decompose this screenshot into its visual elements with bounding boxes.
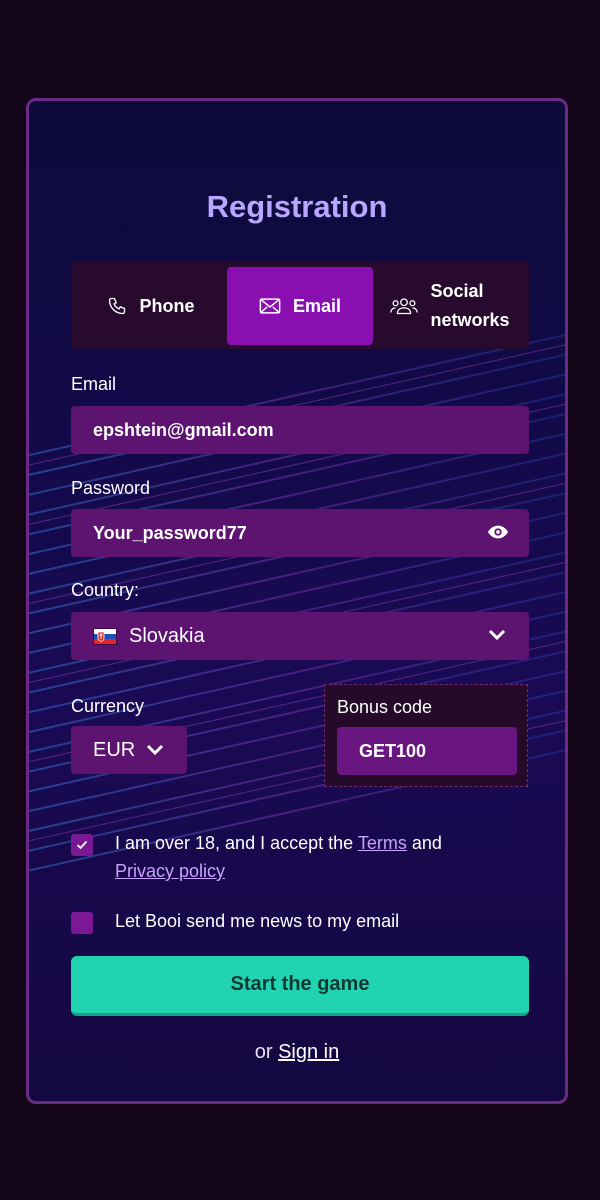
email-field[interactable]: epshtein@gmail.com: [71, 406, 529, 454]
bonus-code-label: Bonus code: [337, 697, 433, 717]
tab-phone[interactable]: Phone: [77, 267, 225, 345]
bonus-code-value: GET100: [359, 740, 427, 761]
password-value: Your_password77: [93, 522, 247, 543]
start-game-button[interactable]: Start the game: [71, 956, 529, 1016]
age-terms-checkbox[interactable]: [71, 834, 93, 856]
phone-icon: [109, 297, 126, 315]
registration-card: Registration Phone Email Social networks…: [26, 98, 568, 1104]
background-streaks: [29, 333, 565, 872]
checkmark-icon: [76, 840, 88, 850]
tab-email[interactable]: Email: [227, 267, 373, 345]
sign-in-link[interactable]: Sign in: [278, 1041, 339, 1063]
country-value: Slovakia: [129, 624, 205, 647]
users-icon: [390, 298, 419, 315]
signin-prompt: or Sign in: [29, 1041, 565, 1064]
tab-social-label-line2: networks: [430, 310, 510, 330]
signin-prefix: or: [254, 1041, 279, 1063]
chevron-down-icon: [488, 629, 506, 641]
chevron-down-icon: [147, 744, 164, 756]
currency-label: Currency: [71, 696, 145, 716]
tab-phone-label: Phone: [139, 295, 195, 316]
password-label: Password: [71, 478, 151, 498]
email-label: Email: [71, 374, 117, 394]
consent-text-and: and: [406, 833, 442, 853]
eye-icon[interactable]: [487, 523, 509, 541]
page-title: Registration: [206, 189, 388, 224]
age-terms-text: I am over 18, and I accept the Terms and…: [115, 829, 515, 885]
newsletter-checkbox[interactable]: [71, 912, 93, 934]
country-label: Country:: [71, 580, 140, 600]
bonus-code-panel: Bonus code GET100: [324, 684, 528, 787]
consent-text: I am over 18, and I accept the: [115, 833, 358, 853]
newsletter-text: Let Booi send me news to my email: [115, 911, 400, 931]
password-field[interactable]: Your_password77: [71, 509, 529, 557]
tab-social-networks[interactable]: Social networks: [375, 267, 525, 345]
start-game-label: Start the game: [230, 973, 370, 995]
tab-email-label: Email: [292, 295, 342, 316]
mail-icon: [259, 298, 281, 314]
terms-link[interactable]: Terms: [358, 833, 407, 853]
bonus-code-input[interactable]: GET100: [337, 727, 517, 775]
privacy-policy-link[interactable]: Privacy policy: [115, 861, 225, 881]
slovakia-flag: [93, 627, 117, 645]
registration-method-tabs: Phone Email Social networks: [71, 261, 529, 349]
currency-select[interactable]: EUR: [71, 726, 187, 774]
currency-value: EUR: [93, 738, 136, 761]
email-value: epshtein@gmail.com: [93, 419, 274, 440]
country-select[interactable]: Slovakia: [71, 612, 529, 660]
tab-social-label-line1: Social: [430, 281, 484, 301]
